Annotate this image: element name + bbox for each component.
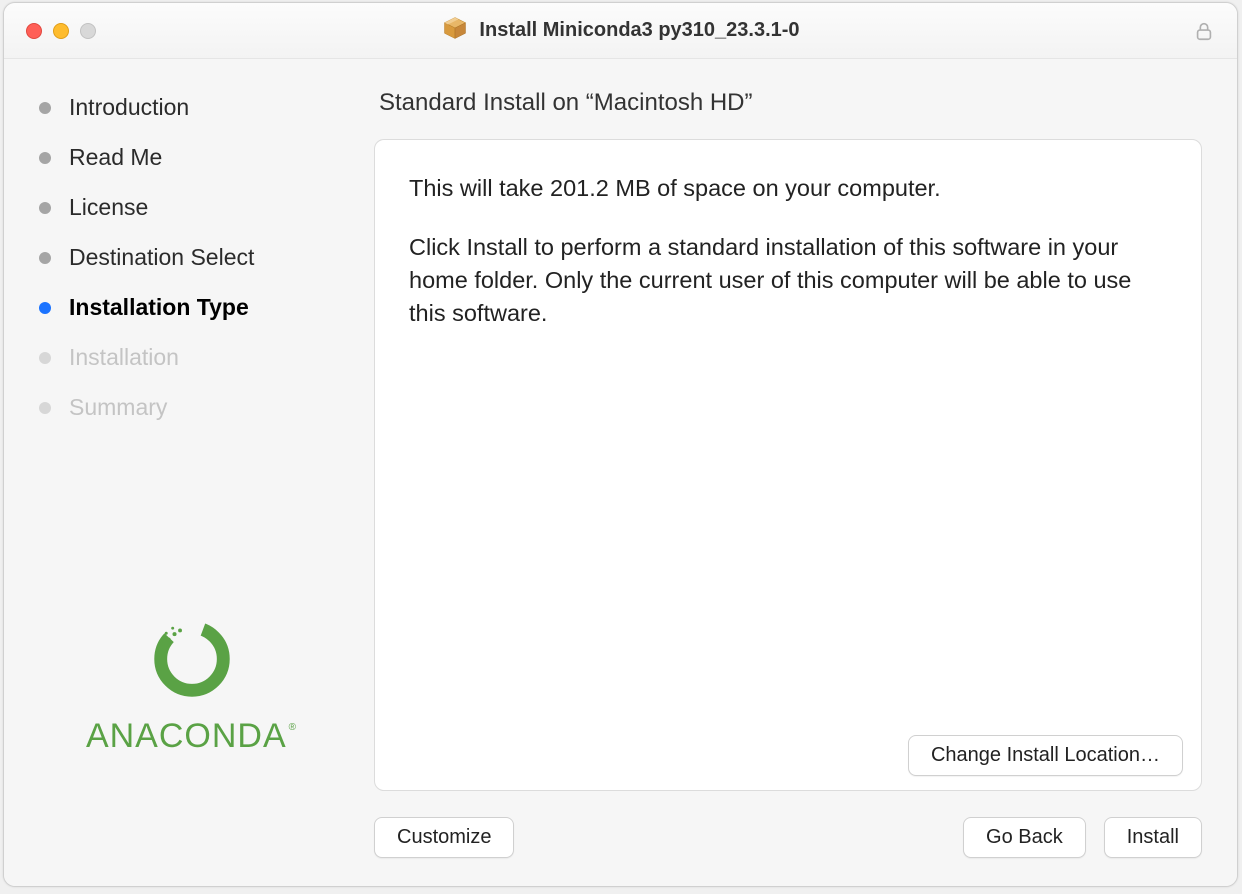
bullet-icon <box>39 202 51 214</box>
content-text: This will take 201.2 MB of space on your… <box>409 172 1167 356</box>
page-heading: Standard Install on “Macintosh HD” <box>379 89 1202 117</box>
installer-window: Install Miniconda3 py310_23.3.1-0 Introd… <box>3 2 1238 887</box>
install-button[interactable]: Install <box>1104 817 1202 858</box>
anaconda-ring-icon <box>146 613 238 705</box>
step-label: Installation <box>69 344 179 371</box>
bullet-icon <box>39 402 51 414</box>
step-introduction: Introduction <box>39 94 344 121</box>
anaconda-wordmark: ANACONDA® <box>86 717 297 756</box>
traffic-lights <box>26 23 96 39</box>
bullet-icon <box>39 152 51 164</box>
content-box: This will take 201.2 MB of space on your… <box>374 139 1202 791</box>
brand-text: ANACONDA <box>86 717 287 756</box>
change-install-location-button[interactable]: Change Install Location… <box>908 735 1183 776</box>
lock-icon[interactable] <box>1191 19 1217 45</box>
window-title: Install Miniconda3 py310_23.3.1-0 <box>479 19 799 42</box>
footer-buttons: Customize Go Back Install <box>374 817 1202 858</box>
title-wrap: Install Miniconda3 py310_23.3.1-0 <box>24 14 1217 47</box>
bullet-icon <box>39 252 51 264</box>
anaconda-logo: ANACONDA® <box>39 613 344 756</box>
sidebar: Introduction Read Me License Destination… <box>4 59 374 886</box>
step-read-me: Read Me <box>39 144 344 171</box>
step-destination-select: Destination Select <box>39 244 344 271</box>
bullet-icon <box>39 102 51 114</box>
zoom-window-button[interactable] <box>80 23 96 39</box>
body: Introduction Read Me License Destination… <box>4 59 1237 886</box>
step-label: License <box>69 194 148 221</box>
step-summary: Summary <box>39 394 344 421</box>
step-label: Read Me <box>69 144 162 171</box>
bullet-icon <box>39 302 51 314</box>
go-back-button[interactable]: Go Back <box>963 817 1086 858</box>
install-description-text: Click Install to perform a standard inst… <box>409 231 1167 330</box>
bullet-icon <box>39 352 51 364</box>
minimize-window-button[interactable] <box>53 23 69 39</box>
titlebar: Install Miniconda3 py310_23.3.1-0 <box>4 3 1237 59</box>
step-label: Installation Type <box>69 294 249 321</box>
customize-button[interactable]: Customize <box>374 817 514 858</box>
step-installation-type: Installation Type <box>39 294 344 321</box>
step-installation: Installation <box>39 344 344 371</box>
main-panel: Standard Install on “Macintosh HD” This … <box>374 59 1237 886</box>
step-label: Summary <box>69 394 167 421</box>
space-requirement-text: This will take 201.2 MB of space on your… <box>409 172 1167 205</box>
step-label: Destination Select <box>69 244 254 271</box>
step-list: Introduction Read Me License Destination… <box>39 94 344 421</box>
step-label: Introduction <box>69 94 189 121</box>
close-window-button[interactable] <box>26 23 42 39</box>
package-icon <box>441 14 469 47</box>
step-license: License <box>39 194 344 221</box>
